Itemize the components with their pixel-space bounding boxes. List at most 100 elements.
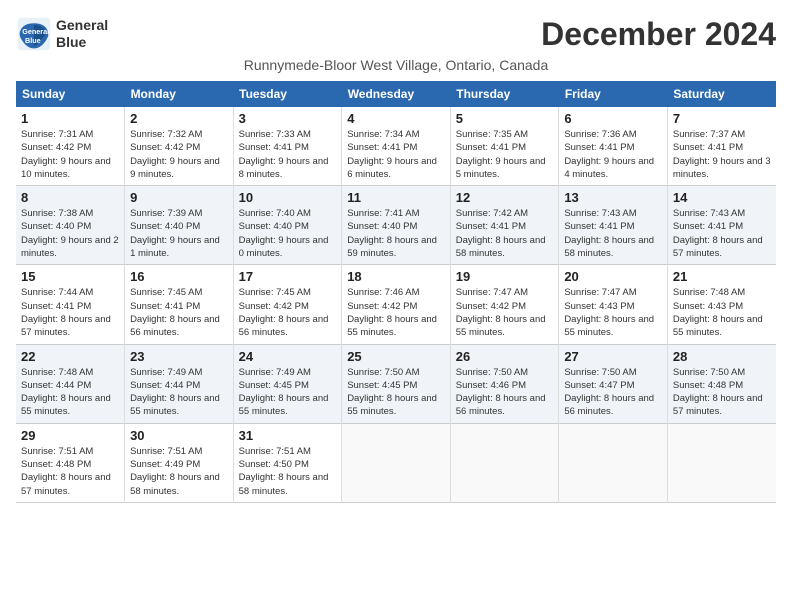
calendar-cell: 21 Sunrise: 7:48 AM Sunset: 4:43 PM Dayl… bbox=[667, 265, 776, 344]
weekday-header-wednesday: Wednesday bbox=[342, 81, 451, 107]
calendar-cell bbox=[667, 423, 776, 502]
day-number: 23 bbox=[130, 349, 228, 364]
day-info: Sunrise: 7:50 AM Sunset: 4:45 PM Dayligh… bbox=[347, 366, 445, 419]
day-number: 21 bbox=[673, 269, 771, 284]
day-info: Sunrise: 7:50 AM Sunset: 4:46 PM Dayligh… bbox=[456, 366, 554, 419]
svg-text:General: General bbox=[22, 27, 49, 36]
day-number: 10 bbox=[239, 190, 337, 205]
calendar-cell: 28 Sunrise: 7:50 AM Sunset: 4:48 PM Dayl… bbox=[667, 344, 776, 423]
day-number: 11 bbox=[347, 190, 445, 205]
day-info: Sunrise: 7:51 AM Sunset: 4:49 PM Dayligh… bbox=[130, 445, 228, 498]
calendar-cell: 2 Sunrise: 7:32 AM Sunset: 4:42 PM Dayli… bbox=[125, 107, 234, 186]
calendar-cell: 31 Sunrise: 7:51 AM Sunset: 4:50 PM Dayl… bbox=[233, 423, 342, 502]
calendar-cell: 20 Sunrise: 7:47 AM Sunset: 4:43 PM Dayl… bbox=[559, 265, 668, 344]
calendar-cell bbox=[450, 423, 559, 502]
calendar-cell: 12 Sunrise: 7:42 AM Sunset: 4:41 PM Dayl… bbox=[450, 186, 559, 265]
day-info: Sunrise: 7:39 AM Sunset: 4:40 PM Dayligh… bbox=[130, 207, 228, 260]
calendar-cell: 23 Sunrise: 7:49 AM Sunset: 4:44 PM Dayl… bbox=[125, 344, 234, 423]
day-number: 27 bbox=[564, 349, 662, 364]
day-info: Sunrise: 7:38 AM Sunset: 4:40 PM Dayligh… bbox=[21, 207, 119, 260]
day-number: 18 bbox=[347, 269, 445, 284]
calendar-cell: 1 Sunrise: 7:31 AM Sunset: 4:42 PM Dayli… bbox=[16, 107, 125, 186]
calendar-cell: 30 Sunrise: 7:51 AM Sunset: 4:49 PM Dayl… bbox=[125, 423, 234, 502]
calendar-cell: 14 Sunrise: 7:43 AM Sunset: 4:41 PM Dayl… bbox=[667, 186, 776, 265]
header: General Blue General Blue December 2024 bbox=[16, 16, 776, 53]
day-info: Sunrise: 7:51 AM Sunset: 4:50 PM Dayligh… bbox=[239, 445, 337, 498]
day-info: Sunrise: 7:40 AM Sunset: 4:40 PM Dayligh… bbox=[239, 207, 337, 260]
calendar-cell: 5 Sunrise: 7:35 AM Sunset: 4:41 PM Dayli… bbox=[450, 107, 559, 186]
calendar-table: SundayMondayTuesdayWednesdayThursdayFrid… bbox=[16, 81, 776, 503]
logo: General Blue General Blue bbox=[16, 16, 108, 52]
calendar-cell: 6 Sunrise: 7:36 AM Sunset: 4:41 PM Dayli… bbox=[559, 107, 668, 186]
day-number: 2 bbox=[130, 111, 228, 126]
day-info: Sunrise: 7:45 AM Sunset: 4:42 PM Dayligh… bbox=[239, 286, 337, 339]
calendar-cell bbox=[559, 423, 668, 502]
location-title: Runnymede-Bloor West Village, Ontario, C… bbox=[16, 57, 776, 73]
day-info: Sunrise: 7:46 AM Sunset: 4:42 PM Dayligh… bbox=[347, 286, 445, 339]
weekday-header-sunday: Sunday bbox=[16, 81, 125, 107]
weekday-header-tuesday: Tuesday bbox=[233, 81, 342, 107]
day-number: 26 bbox=[456, 349, 554, 364]
day-number: 30 bbox=[130, 428, 228, 443]
day-info: Sunrise: 7:47 AM Sunset: 4:43 PM Dayligh… bbox=[564, 286, 662, 339]
day-number: 1 bbox=[21, 111, 119, 126]
day-info: Sunrise: 7:43 AM Sunset: 4:41 PM Dayligh… bbox=[673, 207, 771, 260]
day-number: 14 bbox=[673, 190, 771, 205]
day-info: Sunrise: 7:34 AM Sunset: 4:41 PM Dayligh… bbox=[347, 128, 445, 181]
day-number: 16 bbox=[130, 269, 228, 284]
day-info: Sunrise: 7:44 AM Sunset: 4:41 PM Dayligh… bbox=[21, 286, 119, 339]
day-number: 24 bbox=[239, 349, 337, 364]
month-title: December 2024 bbox=[541, 16, 776, 53]
logo-text: General Blue bbox=[56, 17, 108, 51]
day-number: 13 bbox=[564, 190, 662, 205]
title-area: December 2024 bbox=[541, 16, 776, 53]
day-info: Sunrise: 7:31 AM Sunset: 4:42 PM Dayligh… bbox=[21, 128, 119, 181]
day-number: 19 bbox=[456, 269, 554, 284]
weekday-header-saturday: Saturday bbox=[667, 81, 776, 107]
day-info: Sunrise: 7:35 AM Sunset: 4:41 PM Dayligh… bbox=[456, 128, 554, 181]
day-info: Sunrise: 7:43 AM Sunset: 4:41 PM Dayligh… bbox=[564, 207, 662, 260]
day-number: 12 bbox=[456, 190, 554, 205]
weekday-header-friday: Friday bbox=[559, 81, 668, 107]
day-number: 9 bbox=[130, 190, 228, 205]
calendar-cell: 17 Sunrise: 7:45 AM Sunset: 4:42 PM Dayl… bbox=[233, 265, 342, 344]
day-info: Sunrise: 7:47 AM Sunset: 4:42 PM Dayligh… bbox=[456, 286, 554, 339]
day-number: 29 bbox=[21, 428, 119, 443]
calendar-cell: 24 Sunrise: 7:49 AM Sunset: 4:45 PM Dayl… bbox=[233, 344, 342, 423]
day-info: Sunrise: 7:48 AM Sunset: 4:44 PM Dayligh… bbox=[21, 366, 119, 419]
day-info: Sunrise: 7:33 AM Sunset: 4:41 PM Dayligh… bbox=[239, 128, 337, 181]
calendar-cell: 26 Sunrise: 7:50 AM Sunset: 4:46 PM Dayl… bbox=[450, 344, 559, 423]
day-info: Sunrise: 7:50 AM Sunset: 4:47 PM Dayligh… bbox=[564, 366, 662, 419]
weekday-header-monday: Monday bbox=[125, 81, 234, 107]
day-info: Sunrise: 7:49 AM Sunset: 4:45 PM Dayligh… bbox=[239, 366, 337, 419]
day-number: 15 bbox=[21, 269, 119, 284]
day-number: 3 bbox=[239, 111, 337, 126]
calendar-cell: 15 Sunrise: 7:44 AM Sunset: 4:41 PM Dayl… bbox=[16, 265, 125, 344]
calendar-cell: 4 Sunrise: 7:34 AM Sunset: 4:41 PM Dayli… bbox=[342, 107, 451, 186]
svg-text:Blue: Blue bbox=[25, 36, 41, 45]
day-info: Sunrise: 7:51 AM Sunset: 4:48 PM Dayligh… bbox=[21, 445, 119, 498]
calendar-cell bbox=[342, 423, 451, 502]
calendar-cell: 13 Sunrise: 7:43 AM Sunset: 4:41 PM Dayl… bbox=[559, 186, 668, 265]
calendar-cell: 3 Sunrise: 7:33 AM Sunset: 4:41 PM Dayli… bbox=[233, 107, 342, 186]
day-number: 22 bbox=[21, 349, 119, 364]
calendar-cell: 27 Sunrise: 7:50 AM Sunset: 4:47 PM Dayl… bbox=[559, 344, 668, 423]
day-info: Sunrise: 7:49 AM Sunset: 4:44 PM Dayligh… bbox=[130, 366, 228, 419]
day-info: Sunrise: 7:41 AM Sunset: 4:40 PM Dayligh… bbox=[347, 207, 445, 260]
day-info: Sunrise: 7:45 AM Sunset: 4:41 PM Dayligh… bbox=[130, 286, 228, 339]
calendar-cell: 10 Sunrise: 7:40 AM Sunset: 4:40 PM Dayl… bbox=[233, 186, 342, 265]
day-number: 28 bbox=[673, 349, 771, 364]
day-info: Sunrise: 7:32 AM Sunset: 4:42 PM Dayligh… bbox=[130, 128, 228, 181]
calendar-cell: 9 Sunrise: 7:39 AM Sunset: 4:40 PM Dayli… bbox=[125, 186, 234, 265]
calendar-cell: 25 Sunrise: 7:50 AM Sunset: 4:45 PM Dayl… bbox=[342, 344, 451, 423]
calendar-cell: 19 Sunrise: 7:47 AM Sunset: 4:42 PM Dayl… bbox=[450, 265, 559, 344]
day-number: 6 bbox=[564, 111, 662, 126]
day-number: 25 bbox=[347, 349, 445, 364]
day-number: 7 bbox=[673, 111, 771, 126]
day-info: Sunrise: 7:42 AM Sunset: 4:41 PM Dayligh… bbox=[456, 207, 554, 260]
day-number: 20 bbox=[564, 269, 662, 284]
calendar-cell: 29 Sunrise: 7:51 AM Sunset: 4:48 PM Dayl… bbox=[16, 423, 125, 502]
day-number: 5 bbox=[456, 111, 554, 126]
day-number: 31 bbox=[239, 428, 337, 443]
logo-icon: General Blue bbox=[16, 16, 52, 52]
